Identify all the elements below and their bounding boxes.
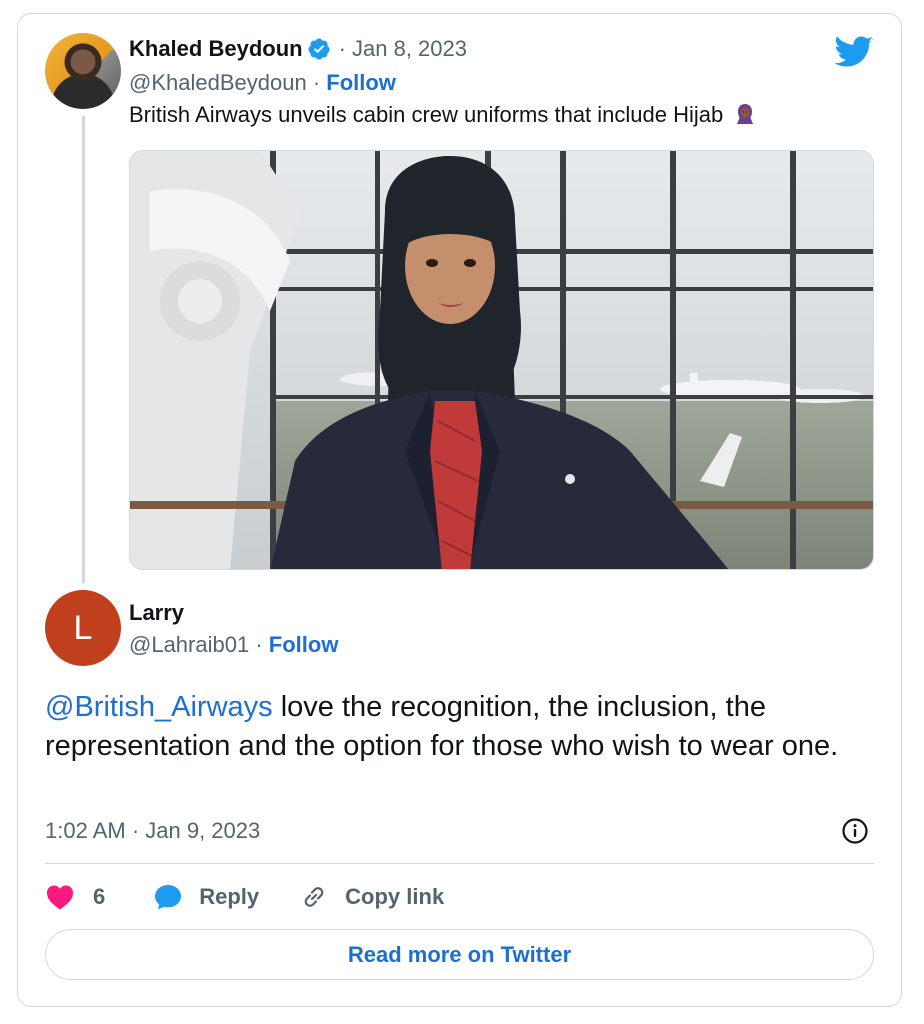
tweet-photo[interactable] bbox=[129, 150, 874, 570]
tweet-text: British Airways unveils cabin crew unifo… bbox=[129, 102, 755, 128]
reply-button[interactable]: Reply bbox=[153, 883, 259, 911]
info-icon[interactable] bbox=[841, 817, 869, 845]
tweet-text: @British_Airways love the recognition, t… bbox=[45, 688, 865, 766]
handle-row: @KhaledBeydoun · Follow bbox=[129, 70, 396, 96]
speech-bubble-icon bbox=[155, 885, 182, 910]
tweet-date[interactable]: · Jan 8, 2023 bbox=[339, 36, 467, 62]
author-handle[interactable]: @Lahraib01 bbox=[129, 632, 249, 657]
follow-button[interactable]: Follow bbox=[326, 70, 396, 95]
handle-row: @Lahraib01 · Follow bbox=[129, 632, 338, 658]
action-bar: 6 Reply Copy link bbox=[45, 880, 444, 914]
verified-badge-icon bbox=[308, 38, 330, 60]
author-handle[interactable]: @KhaledBeydoun bbox=[129, 70, 307, 95]
author-row: Khaled Beydoun · Jan 8, 2023 bbox=[129, 36, 467, 62]
twitter-logo-icon[interactable] bbox=[834, 36, 874, 69]
separator: · bbox=[255, 632, 269, 657]
separator: · bbox=[312, 70, 327, 95]
avatar[interactable]: L bbox=[45, 590, 121, 666]
thread-line bbox=[82, 116, 85, 583]
author-name[interactable]: Khaled Beydoun bbox=[129, 36, 303, 62]
avatar[interactable] bbox=[45, 33, 121, 109]
reply-label: Reply bbox=[199, 884, 260, 909]
avatar-letter: L bbox=[73, 608, 93, 647]
read-more-button[interactable]: Read more on Twitter bbox=[45, 929, 874, 980]
tweet-timestamp[interactable]: 1:02 AM · Jan 9, 2023 bbox=[45, 818, 260, 844]
tweet-text-body: British Airways unveils cabin crew unifo… bbox=[129, 102, 724, 127]
copy-link-label: Copy link bbox=[345, 884, 445, 909]
author-name[interactable]: Larry bbox=[129, 600, 184, 626]
follow-button[interactable]: Follow bbox=[269, 632, 339, 657]
heart-icon bbox=[47, 885, 73, 910]
mention-link[interactable]: @British_Airways bbox=[45, 691, 273, 723]
cabin-crew-photo-icon bbox=[130, 151, 873, 569]
like-button[interactable]: 6 bbox=[45, 883, 105, 911]
hijab-woman-emoji-icon bbox=[737, 104, 754, 124]
copy-link-button[interactable]: Copy link bbox=[299, 882, 444, 912]
like-count: 6 bbox=[93, 884, 106, 909]
divider bbox=[45, 863, 874, 864]
link-icon bbox=[304, 887, 324, 907]
